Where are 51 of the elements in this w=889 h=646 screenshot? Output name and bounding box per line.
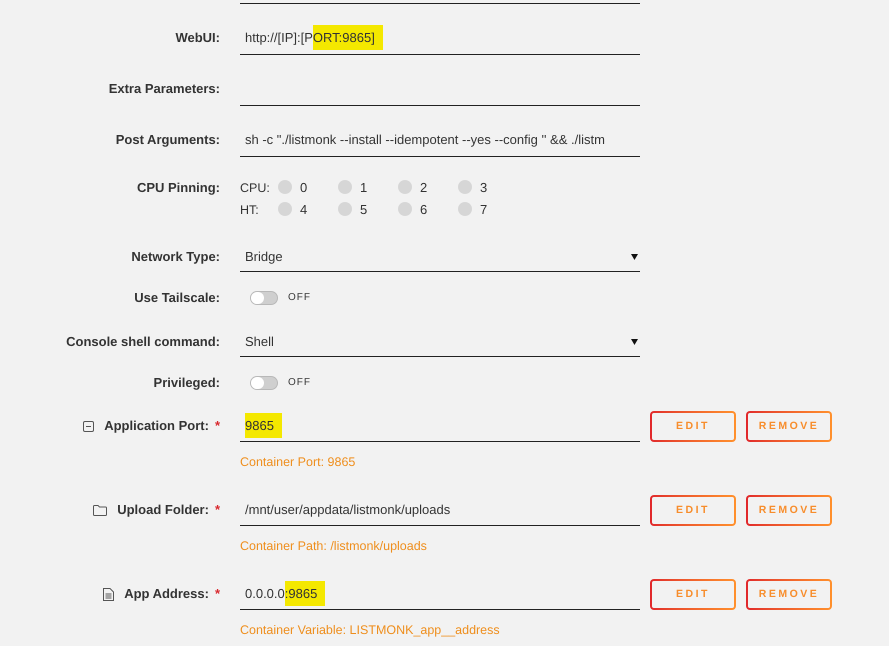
- caret-icon: [631, 339, 638, 345]
- document-icon: [103, 588, 114, 600]
- core-number-label: 2: [420, 180, 428, 196]
- field-description: Container Path: /listmonk/uploads: [240, 538, 427, 554]
- core-radio[interactable]: [458, 202, 472, 216]
- required-mark: *: [214, 586, 220, 602]
- field-label: Console shell command:: [66, 334, 220, 351]
- core-number-label: 0: [300, 180, 308, 196]
- field-label: Post Arguments:: [116, 132, 220, 149]
- text-field[interactable]: /mnt/user/appdata/listmonk/uploads: [240, 495, 640, 526]
- field-label: Privileged:: [154, 375, 220, 391]
- field-label: Extra Parameters:: [108, 81, 220, 98]
- field-label: WebUI:: [175, 30, 220, 47]
- field-label: Network Type:: [131, 249, 220, 266]
- core-radio[interactable]: [278, 180, 292, 194]
- required-mark: *: [214, 418, 220, 434]
- dropdown-select[interactable]: Bridge: [240, 244, 640, 272]
- field-label: App Address:: [124, 586, 209, 602]
- field-label: Use Tailscale:: [134, 290, 220, 306]
- toggle-switch[interactable]: [250, 376, 278, 390]
- switch-state-label: OFF: [288, 291, 311, 305]
- core-radio[interactable]: [398, 180, 412, 194]
- switch-state-label: OFF: [288, 376, 311, 390]
- core-number-label: 6: [420, 202, 428, 218]
- core-radio[interactable]: [338, 180, 352, 194]
- field-label: CPU Pinning:: [136, 180, 220, 197]
- core-radio[interactable]: [278, 202, 292, 216]
- field-label: Upload Folder:: [117, 502, 209, 518]
- minus-square-icon: [83, 420, 94, 432]
- core-number-label: 4: [300, 202, 308, 218]
- text-field[interactable]: http://[IP]:[PORT:9865]: [240, 25, 640, 55]
- toggle-switch[interactable]: [250, 291, 278, 305]
- core-number-label: 3: [480, 180, 488, 196]
- core-radio[interactable]: [338, 202, 352, 216]
- folder-icon: [93, 504, 108, 516]
- core-number-label: 1: [360, 180, 368, 196]
- dropdown-select[interactable]: Shell: [240, 329, 640, 357]
- core-number-label: 5: [360, 202, 368, 218]
- text-field[interactable]: 0.0.0.0:9865: [240, 579, 640, 610]
- caret-icon: [631, 254, 638, 260]
- field-label: Application Port:: [104, 418, 209, 434]
- field-description: Container Variable: LISTMONK_app__address: [240, 622, 500, 638]
- core-number-label: 7: [480, 202, 488, 218]
- text-field[interactable]: sh -c "./listmonk --install --idempotent --yes --config '' && ./listm: [240, 127, 640, 157]
- core-radio[interactable]: [458, 180, 472, 194]
- field-description: Container Port: 9865: [240, 454, 356, 470]
- cpu-row-label: HT:: [240, 202, 260, 218]
- core-radio[interactable]: [398, 202, 412, 216]
- text-field[interactable]: 9865: [240, 411, 640, 442]
- required-mark: *: [214, 502, 220, 518]
- cpu-row-label: CPU:: [240, 180, 271, 196]
